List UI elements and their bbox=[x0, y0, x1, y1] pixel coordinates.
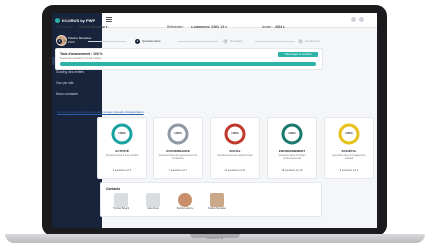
step-2[interactable]: 2 Questionnaire bbox=[135, 36, 161, 46]
kpi-percent: 100% bbox=[118, 131, 126, 135]
topbar-icons bbox=[351, 17, 371, 23]
step-3[interactable]: 3 Résultats bbox=[223, 36, 243, 46]
bell-icon[interactable] bbox=[351, 17, 356, 22]
progress-bar bbox=[60, 62, 316, 66]
kpi-card-5[interactable]: 100% SOCIÉTAL Questions liées à l'engageme… bbox=[324, 117, 374, 179]
kpi-percent: 100% bbox=[345, 131, 353, 135]
progress-bar-fill bbox=[60, 62, 316, 66]
year-filter-label: Année : bbox=[262, 25, 273, 29]
step-3-number: 3 bbox=[223, 38, 228, 44]
download-certificate-button[interactable]: Télécharger le certificat bbox=[278, 52, 318, 57]
contact-photo bbox=[178, 193, 192, 207]
contact-item[interactable]: Clara Morel bbox=[141, 193, 165, 215]
kpi-card-4[interactable]: 100% ENVIRONNEMENT Questions liées à l'imp… bbox=[267, 117, 317, 179]
progress-subtitle: Toutes les questions ont été traitées bbox=[60, 57, 102, 60]
step-connector bbox=[255, 41, 295, 42]
contact-name: Sophie Lefebvre bbox=[176, 208, 194, 210]
ref-filter-label: Référentiel : bbox=[167, 25, 185, 29]
sidebar-item-sites[interactable]: Vue par site bbox=[52, 79, 102, 87]
contact-item[interactable]: Thomas Bayard bbox=[109, 193, 133, 215]
step-4-number: 4 bbox=[298, 38, 303, 44]
contact-photo bbox=[146, 193, 160, 207]
progress-card: Taux d'avancement : 100 % Toutes les que… bbox=[55, 48, 323, 70]
filters-bar: Entreprise : Pauline Menadue ▾ Référenti… bbox=[57, 25, 317, 33]
step-2-number: 2 bbox=[135, 38, 140, 44]
device-brand-label: MacBook Air bbox=[206, 236, 224, 240]
kpi-count: 5 questions sur 5 bbox=[112, 169, 132, 172]
kpi-percent: 100% bbox=[174, 131, 182, 135]
user-icon[interactable] bbox=[359, 17, 364, 22]
step-connector bbox=[88, 41, 126, 42]
kpi-title: SOCIAL bbox=[229, 149, 241, 153]
kpi-title: ENVIRONNEMENT bbox=[278, 149, 306, 153]
kpi-description: Questions liées à l'impact environnement… bbox=[278, 154, 306, 160]
step-4-label: Finalisation bbox=[305, 39, 321, 43]
stepper: 1 Inscription 2 Questionnaire 3 Résultats 4… bbox=[55, 36, 321, 46]
contacts-card: Contacts Thomas Bayard Clara Morel Sophie … bbox=[100, 182, 322, 217]
kpi-description: Questions liées à l'engagement sociétal bbox=[332, 154, 366, 160]
contact-item[interactable]: Pauline Menadue bbox=[205, 193, 229, 215]
kpi-count: 21 questions sur 21 bbox=[224, 169, 246, 172]
ref-select[interactable]: e-commerce_0464_V2 ▾ bbox=[191, 25, 227, 29]
menu-icon[interactable] bbox=[106, 17, 112, 22]
kpi-card-2[interactable]: 100% GOUVERNANCE Questions liées à la gouv… bbox=[153, 117, 203, 179]
contact-photo bbox=[114, 193, 128, 207]
kpi-title: ACTIVITÉ bbox=[115, 149, 129, 153]
kpi-description: Questions liées à votre activité bbox=[105, 154, 139, 157]
kpi-title: GOUVERNANCE bbox=[166, 149, 190, 153]
contact-name: Pauline Menadue bbox=[208, 208, 226, 210]
kpi-percent: 100% bbox=[231, 131, 239, 135]
back-link[interactable]: < Retour bbox=[57, 17, 71, 21]
step-3-label: Résultats bbox=[230, 39, 243, 43]
kpi-count: 16 questions sur 16 bbox=[281, 169, 303, 172]
kpi-percent: 100% bbox=[288, 131, 296, 135]
kpi-title: SOCIÉTAL bbox=[341, 149, 357, 153]
contact-photo bbox=[210, 193, 224, 207]
results-link[interactable]: Accéder à l'ensemble des résultats et au… bbox=[57, 110, 144, 114]
sidebar-item-contact[interactable]: Nous contacter bbox=[52, 90, 102, 98]
contact-name: Thomas Bayard bbox=[112, 208, 130, 210]
step-2-label: Questionnaire bbox=[142, 39, 161, 43]
kpi-count: 6 questions sur 6 bbox=[339, 169, 359, 172]
entity-select[interactable]: Pauline Menadue ▾ bbox=[79, 25, 108, 29]
step-connector bbox=[178, 41, 218, 42]
step-1[interactable]: 1 Inscription bbox=[57, 36, 78, 46]
contact-item[interactable]: Sophie Lefebvre bbox=[173, 193, 197, 215]
kpi-count: 7 questions sur 7 bbox=[168, 169, 188, 172]
kpi-card-3[interactable]: 100% SOCIAL Questions liées au capital hum… bbox=[210, 117, 260, 179]
progress-title: Taux d'avancement : 100 % bbox=[60, 52, 103, 56]
step-4[interactable]: 4 Finalisation bbox=[298, 36, 320, 46]
kpi-card-1[interactable]: 100% ACTIVITÉ Questions liées à votre acti… bbox=[97, 117, 147, 179]
entity-filter-label: Entreprise : bbox=[57, 25, 74, 29]
stage: MacBook Air ECORUS by PWP Pauline Menadu… bbox=[0, 0, 430, 251]
step-1-label: Inscription bbox=[64, 39, 78, 43]
kpi-description: Questions liées à la gouvernance de l'en… bbox=[158, 154, 198, 160]
step-1-number: 1 bbox=[57, 38, 62, 44]
kpi-description: Questions liées au capital humain bbox=[217, 154, 253, 157]
contact-name: Clara Morel bbox=[147, 208, 159, 210]
contacts-title: Contacts bbox=[106, 187, 121, 191]
year-select[interactable]: 2023 ▾ bbox=[275, 25, 285, 29]
